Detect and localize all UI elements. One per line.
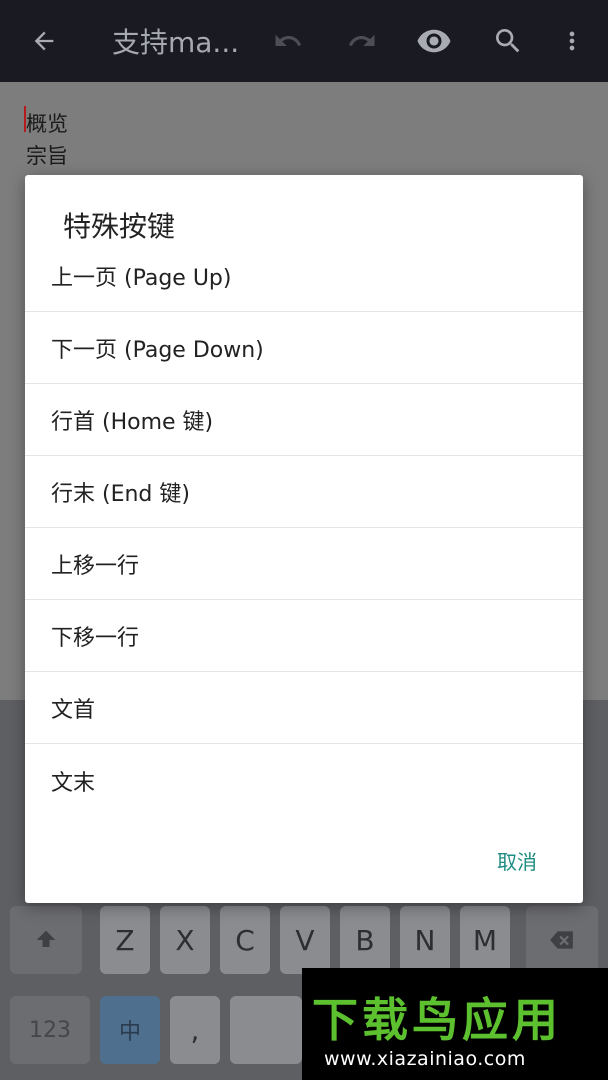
- key-z[interactable]: Z: [100, 906, 150, 974]
- key-v[interactable]: V: [280, 906, 330, 974]
- list-item-line-down[interactable]: 下移一行: [25, 601, 583, 672]
- list-item-label: 行首 (Home 键): [51, 410, 214, 435]
- key-n[interactable]: N: [400, 906, 450, 974]
- list-item-label: 上一页 (Page Up): [51, 266, 232, 291]
- list-item-label: 行末 (End 键): [51, 482, 190, 507]
- list-item-label: 文末: [51, 770, 96, 796]
- editor-line: 概览: [26, 112, 68, 136]
- undo-button[interactable]: [262, 0, 314, 82]
- more-vert-icon: [569, 31, 575, 51]
- list-item-doc-start[interactable]: 文首: [25, 673, 583, 744]
- list-item-page-up[interactable]: 上一页 (Page Up): [25, 241, 583, 312]
- back-button[interactable]: [18, 0, 70, 82]
- redo-icon: [349, 34, 375, 46]
- key-m[interactable]: M: [460, 906, 510, 974]
- list-item-home[interactable]: 行首 (Home 键): [25, 385, 583, 456]
- undo-icon: [275, 34, 302, 46]
- document-title: 支持ma...: [112, 26, 240, 59]
- numbers-key[interactable]: 123: [10, 996, 90, 1064]
- comma-key[interactable]: ,: [170, 996, 220, 1064]
- shift-key[interactable]: [10, 906, 82, 974]
- preview-button[interactable]: [410, 0, 458, 82]
- list-item-line-up[interactable]: 上移一行: [25, 529, 583, 600]
- redo-button[interactable]: [336, 0, 388, 82]
- backspace-key[interactable]: [526, 906, 598, 974]
- key-b[interactable]: B: [340, 906, 390, 974]
- search-button[interactable]: [484, 0, 532, 82]
- key-x[interactable]: X: [160, 906, 210, 974]
- space-key[interactable]: [230, 996, 302, 1064]
- text-cursor: [24, 106, 26, 132]
- key-c[interactable]: C: [220, 906, 270, 974]
- cancel-button[interactable]: 取消: [497, 846, 537, 875]
- list-item-page-down[interactable]: 下一页 (Page Down): [25, 313, 583, 384]
- dialog-title: 特殊按键: [63, 210, 176, 243]
- search-icon: [496, 29, 520, 53]
- more-options-button[interactable]: [550, 0, 594, 82]
- app-bar: 支持ma...: [0, 0, 608, 82]
- list-item-end[interactable]: 行末 (End 键): [25, 457, 583, 528]
- list-item-doc-end[interactable]: 文末: [25, 745, 583, 816]
- list-item-label: 下一页 (Page Down): [51, 338, 264, 363]
- language-key[interactable]: 中: [100, 996, 160, 1064]
- watermark: 下载鸟应用 www.xiazainiao.com: [302, 968, 608, 1080]
- list-item-label: 上移一行: [51, 554, 140, 579]
- watermark-logo-text: 下载鸟应用: [312, 993, 562, 1047]
- backspace-icon: [550, 931, 573, 949]
- list-item-label: 下移一行: [51, 626, 140, 651]
- eye-icon: [417, 29, 451, 53]
- arrow-left-icon: [34, 31, 54, 51]
- watermark-url: www.xiazainiao.com: [324, 1048, 526, 1070]
- editor-line: 宗旨: [26, 144, 68, 168]
- list-item-label: 文首: [51, 698, 96, 723]
- shift-icon: [36, 930, 56, 947]
- special-keys-dialog: 特殊按键 上一页 (Page Up) 下一页 (Page Down) 行首 (H…: [25, 175, 583, 903]
